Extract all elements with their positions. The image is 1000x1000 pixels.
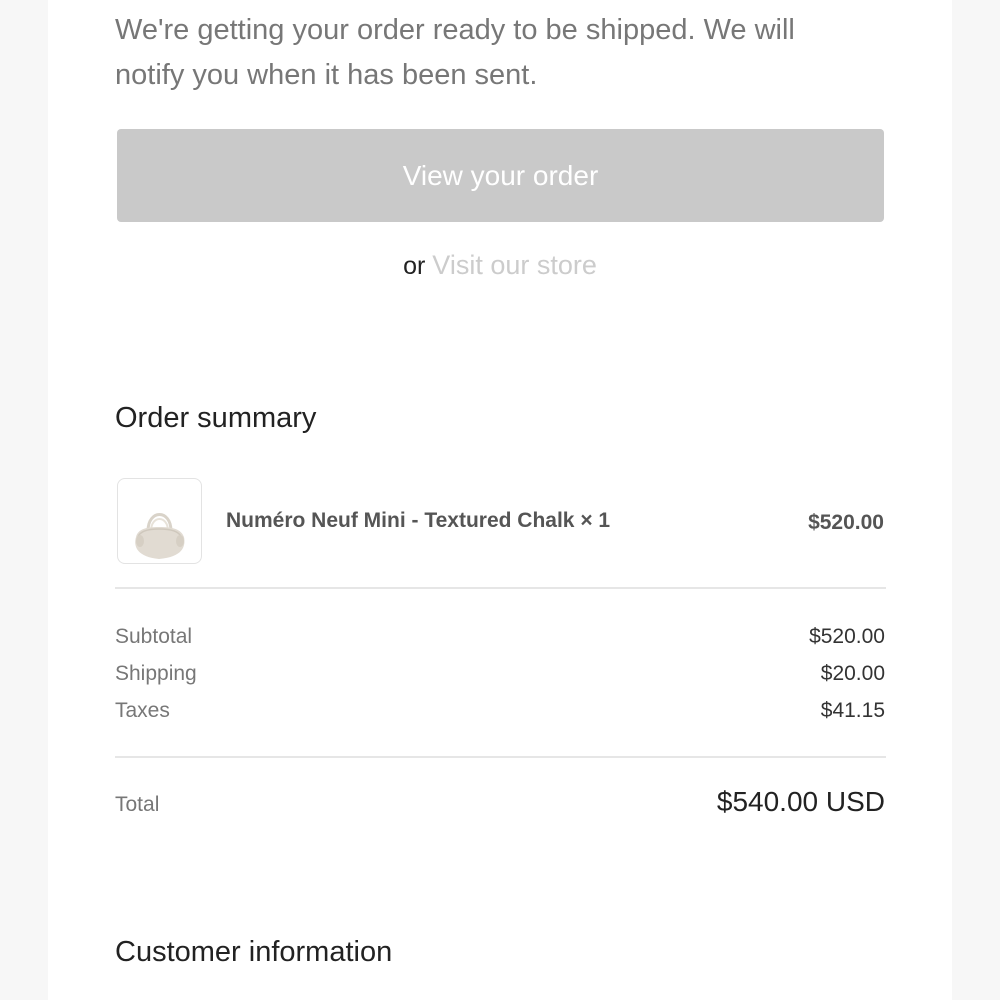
divider [115, 587, 886, 589]
store-link-line: or Visit our store [0, 250, 1000, 281]
shipping-value: $20.00 [820, 662, 885, 685]
taxes-value: $41.15 [820, 699, 885, 722]
visit-store-link[interactable]: Visit our store [432, 250, 597, 280]
order-summary-title: Order summary [115, 402, 317, 434]
item-name: Numéro Neuf Mini - Textured Chalk × 1 [226, 509, 611, 532]
divider [115, 756, 886, 758]
customer-information-title: Customer information [115, 936, 393, 968]
shipping-label: Shipping [115, 662, 197, 685]
taxes-label: Taxes [115, 699, 170, 722]
product-thumbnail[interactable] [117, 478, 202, 564]
subtotal-label: Subtotal [115, 625, 193, 648]
shipping-notice-line-1: We're getting your order ready to be shi… [115, 14, 795, 46]
subtotal-value: $520.00 [809, 625, 885, 648]
view-order-button[interactable]: View your order [117, 129, 884, 222]
shipping-notice-line-2: notify you when it has been sent. [115, 59, 538, 91]
total-value: $540.00 USD [716, 786, 885, 817]
shipping-notice: We're getting your order ready to be shi… [115, 8, 875, 98]
handbag-icon [135, 513, 185, 559]
item-price: $520.00 [808, 511, 884, 534]
or-text: or [403, 252, 426, 280]
total-label: Total [115, 793, 160, 816]
